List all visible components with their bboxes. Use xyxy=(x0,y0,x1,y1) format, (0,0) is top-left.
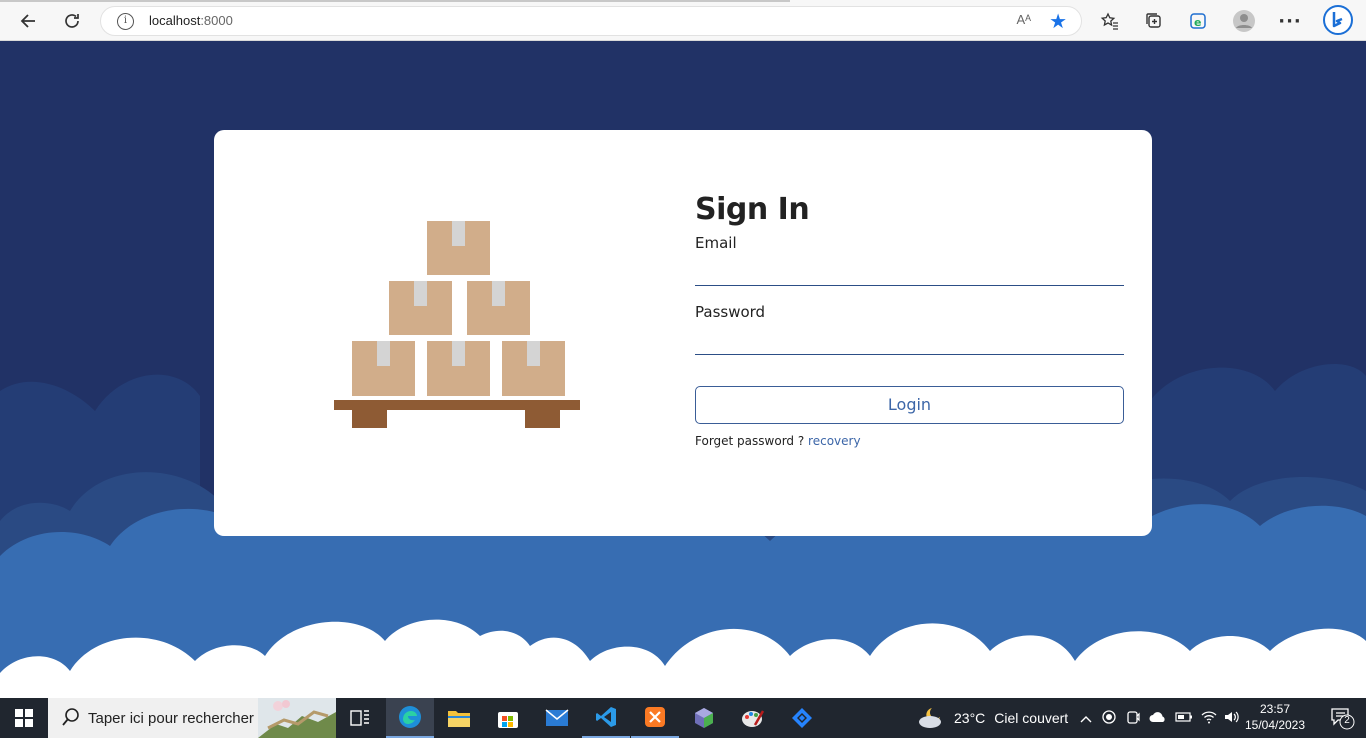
taskbar-search[interactable]: Taper ici pour rechercher xyxy=(48,698,336,738)
svg-text:e: e xyxy=(1194,16,1201,29)
bing-chat-icon[interactable] xyxy=(1322,4,1354,36)
favorites-icon[interactable] xyxy=(1095,6,1125,36)
meet-now-icon[interactable] xyxy=(1126,709,1140,728)
loading-bar xyxy=(0,0,790,2)
edge-extension-icon[interactable]: e xyxy=(1183,6,1213,36)
password-field[interactable] xyxy=(695,323,1124,355)
system-tray xyxy=(1080,698,1240,738)
jira-icon[interactable] xyxy=(778,698,826,738)
weather-widget[interactable]: 23°C Ciel couvert xyxy=(918,698,1068,738)
search-icon xyxy=(62,707,80,732)
search-placeholder: Taper ici pour rechercher xyxy=(88,710,254,727)
read-aloud-icon[interactable]: Aᴬ xyxy=(1016,12,1031,27)
weather-cloud-moon-icon xyxy=(918,705,946,732)
record-icon[interactable] xyxy=(1102,709,1116,727)
weather-temperature: 23°C xyxy=(954,710,986,726)
chevron-up-icon[interactable] xyxy=(1080,710,1092,726)
windows-taskbar: Taper ici pour rechercher 23°C Ciel couv… xyxy=(0,698,1366,738)
onedrive-cloud-icon[interactable] xyxy=(1149,710,1167,726)
password-label: Password xyxy=(695,303,766,321)
profile-avatar[interactable] xyxy=(1229,6,1259,36)
forget-password-text: Forget password ? recovery xyxy=(695,434,1124,448)
page-background: Sign In Email Password Login Forget pass… xyxy=(0,41,1366,698)
signin-title: Sign In xyxy=(695,192,810,227)
system-clock[interactable]: 23:57 15/04/2023 xyxy=(1242,701,1308,733)
address-bar[interactable]: i localhost:8000 Aᴬ ★ xyxy=(100,6,1082,36)
signin-card: Sign In Email Password Login Forget pass… xyxy=(214,130,1152,536)
windows-start-icon[interactable] xyxy=(0,698,48,738)
login-button[interactable]: Login xyxy=(695,386,1124,424)
url-text[interactable]: localhost:8000 xyxy=(149,13,233,28)
search-highlight-image xyxy=(258,698,336,738)
virtualbox-icon[interactable] xyxy=(680,698,728,738)
xampp-icon[interactable] xyxy=(631,698,679,738)
volume-icon[interactable] xyxy=(1224,710,1240,727)
clock-date: 15/04/2023 xyxy=(1244,718,1306,732)
notification-center-icon[interactable]: 2 xyxy=(1330,706,1356,730)
wifi-icon[interactable] xyxy=(1201,710,1217,727)
favorite-star-icon[interactable]: ★ xyxy=(1049,9,1067,33)
info-icon[interactable]: i xyxy=(117,13,134,30)
more-menu-icon[interactable]: ··· xyxy=(1275,6,1305,36)
task-view-icon[interactable] xyxy=(336,698,384,738)
collections-icon[interactable] xyxy=(1139,6,1169,36)
vscode-icon[interactable] xyxy=(582,698,630,738)
back-icon[interactable] xyxy=(13,6,43,36)
microsoft-store-icon[interactable] xyxy=(484,698,532,738)
clock-time: 23:57 xyxy=(1259,702,1291,716)
email-field[interactable] xyxy=(695,254,1124,286)
battery-icon[interactable] xyxy=(1175,710,1193,726)
signin-form: Sign In Email Password Login Forget pass… xyxy=(695,190,1124,448)
edge-browser-icon[interactable] xyxy=(386,698,434,738)
email-label: Email xyxy=(695,234,737,252)
mail-icon[interactable] xyxy=(533,698,581,738)
paint-icon[interactable] xyxy=(729,698,777,738)
refresh-icon[interactable] xyxy=(57,6,87,36)
browser-toolbar: i localhost:8000 Aᴬ ★ e ··· xyxy=(0,0,1366,41)
notification-count: 2 xyxy=(1344,715,1350,726)
boxes-pallet-illustration xyxy=(334,221,580,428)
file-explorer-icon[interactable] xyxy=(435,698,483,738)
forget-password-label: Forget password ? xyxy=(695,434,805,448)
recovery-link[interactable]: recovery xyxy=(808,434,861,448)
weather-description: Ciel couvert xyxy=(994,710,1069,726)
